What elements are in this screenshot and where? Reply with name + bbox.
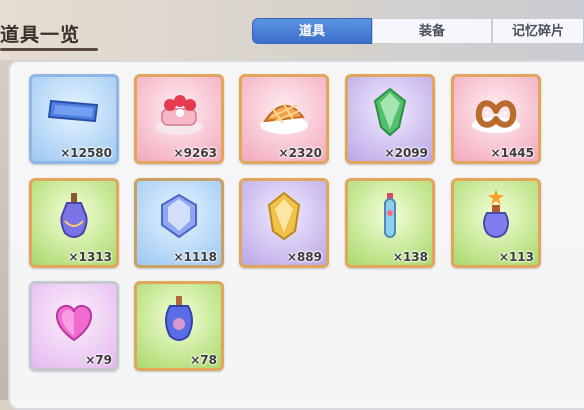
- item-count: ×1445: [490, 146, 534, 160]
- item-slot[interactable]: ×2320: [239, 74, 329, 164]
- item-count: ×113: [498, 250, 534, 264]
- selection-corner: [103, 77, 116, 90]
- pretzel-icon: [472, 100, 520, 133]
- item-count: ×79: [85, 353, 112, 367]
- item-slot[interactable]: ×1313: [29, 178, 119, 268]
- item-slot[interactable]: ×9263: [134, 74, 224, 164]
- small-flask-icon: [165, 296, 193, 341]
- blue-crystal-icon: [161, 193, 197, 239]
- item-slot[interactable]: ×2099: [345, 74, 435, 164]
- ticket-icon: [47, 99, 99, 123]
- apple-pie-icon: [260, 102, 308, 134]
- item-slot[interactable]: ×79: [29, 281, 119, 371]
- item-count: ×9263: [173, 146, 217, 160]
- tab-bar: 道具 装备 记忆碎片: [252, 18, 584, 44]
- item-slot[interactable]: ×1118: [134, 178, 224, 268]
- green-crystal-icon: [373, 87, 407, 137]
- item-slot[interactable]: ×138: [345, 178, 435, 268]
- gold-crystal-icon: [267, 191, 301, 241]
- item-count: ×12580: [60, 146, 112, 160]
- strawberry-cake-icon: [155, 95, 203, 135]
- item-count: ×78: [190, 353, 217, 367]
- tab-items[interactable]: 道具: [252, 18, 372, 44]
- item-slot[interactable]: ×113: [451, 178, 541, 268]
- item-count: ×1313: [68, 250, 112, 264]
- selection-corner: [32, 148, 45, 161]
- selection-corner: [32, 77, 45, 90]
- item-count: ×138: [392, 250, 428, 264]
- tab-memory-pieces[interactable]: 记忆碎片: [492, 18, 584, 44]
- tab-equipment[interactable]: 装备: [372, 18, 492, 44]
- page-title-block: 道具一览: [0, 14, 98, 54]
- item-slot[interactable]: ×78: [134, 281, 224, 371]
- item-count: ×889: [286, 250, 322, 264]
- item-slot[interactable]: ×889: [239, 178, 329, 268]
- page-title: 道具一览: [0, 24, 81, 46]
- item-slot[interactable]: ×12580: [29, 74, 119, 164]
- potion-flask-icon: [60, 193, 88, 238]
- item-count: ×1118: [173, 250, 217, 264]
- heart-gem-icon: [56, 304, 92, 342]
- title-underline: [0, 48, 98, 51]
- vial-icon: [384, 193, 396, 238]
- star-flask-icon: [483, 189, 509, 238]
- item-slot[interactable]: ×1445: [451, 74, 541, 164]
- item-count: ×2099: [384, 146, 428, 160]
- item-count: ×2320: [278, 146, 322, 160]
